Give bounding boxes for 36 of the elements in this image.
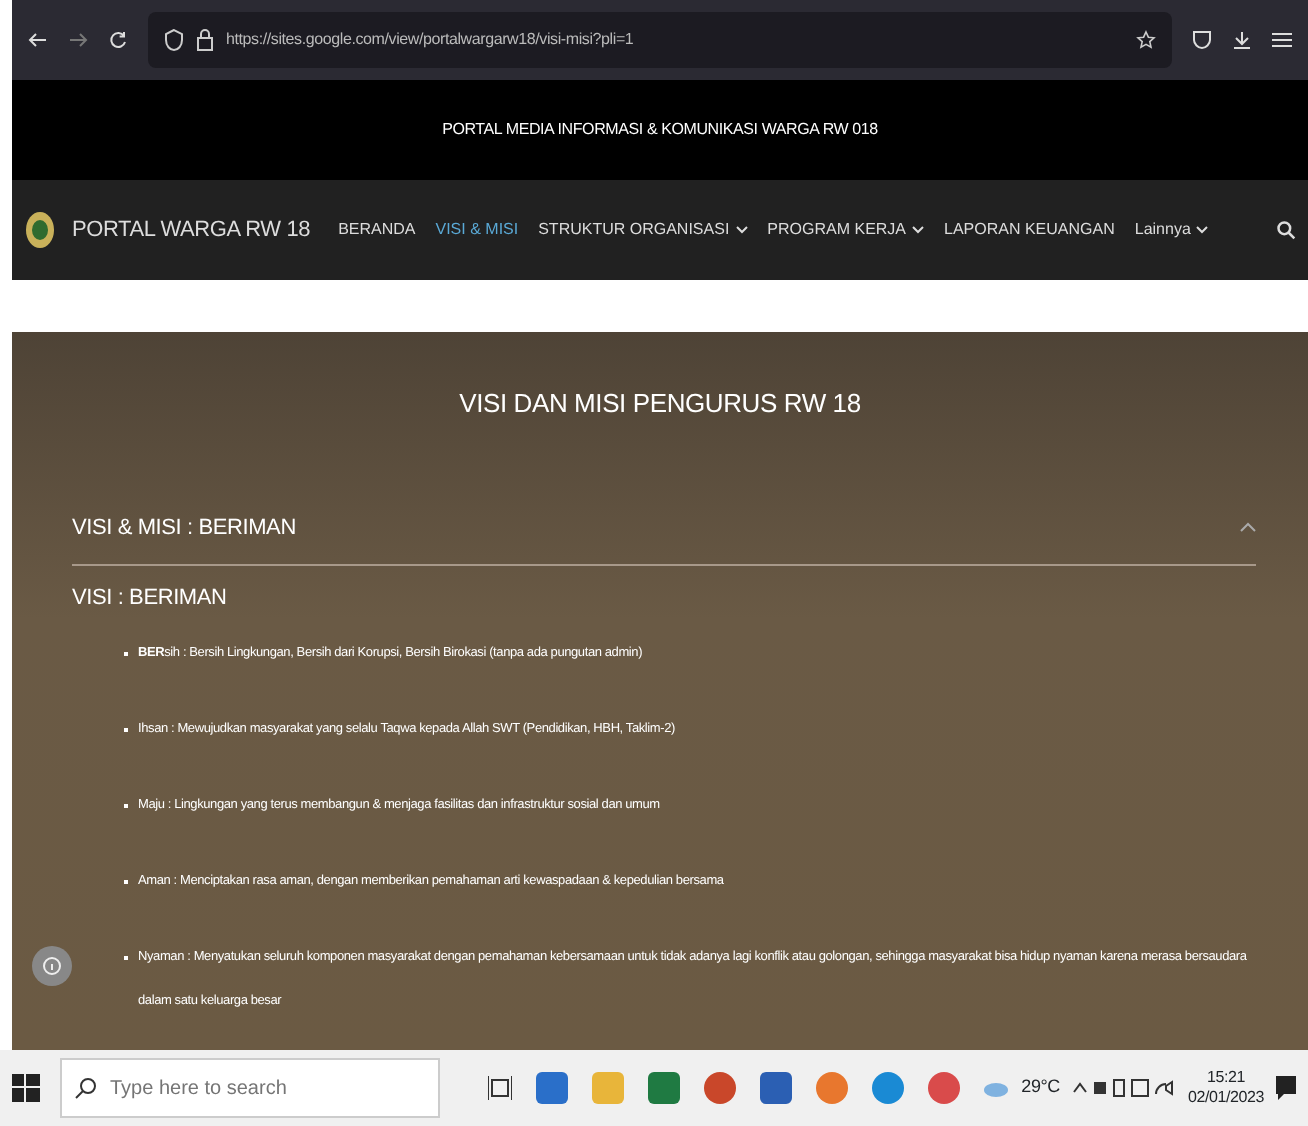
back-icon[interactable]	[28, 30, 48, 50]
star-icon[interactable]	[1136, 30, 1156, 50]
section-heading: VISI : BERIMAN	[72, 586, 229, 613]
lock-icon	[196, 28, 214, 52]
nav-link[interactable]: STRUKTUR ORGANISASI	[538, 218, 748, 242]
shield-icon	[164, 28, 184, 52]
cloud-icon	[981, 1078, 1010, 1098]
task-view-icon[interactable]	[488, 1076, 512, 1100]
taskbar-search-field[interactable]: Type here to search	[60, 1058, 440, 1118]
nav-link[interactable]: PROGRAM KERJA	[767, 218, 925, 242]
nav-link[interactable]: Lainnya	[1134, 218, 1209, 242]
site-title[interactable]: PORTAL WARGA RW 18	[72, 213, 311, 247]
url-text: https://sites.google.com/view/portalwargarw18/visi-misi?pli=1	[226, 28, 634, 52]
menu-icon[interactable]	[1272, 32, 1292, 48]
download-icon[interactable]	[1232, 30, 1252, 50]
shield-icon[interactable]	[1192, 30, 1212, 50]
tray-icons[interactable]	[1071, 1076, 1176, 1100]
clock-date[interactable]: 02/01/2023	[1187, 1088, 1264, 1108]
nav-link[interactable]: BERANDA	[338, 218, 416, 242]
address-bar[interactable]: https://sites.google.com/view/portalwargarw18/visi-misi?pli=1	[148, 12, 1172, 68]
accordion-header[interactable]: VISI & MISI : BERIMAN	[72, 503, 1256, 566]
clock-time[interactable]: 15:21	[1187, 1068, 1264, 1088]
banner-text: PORTAL MEDIA INFORMASI & KOMUNIKASI WARGA RW 018	[442, 118, 878, 142]
search-icon[interactable]	[1276, 220, 1296, 240]
reload-icon[interactable]	[108, 30, 128, 50]
notification-icon[interactable]	[1276, 1076, 1296, 1100]
weather-text[interactable]: 29°C	[1021, 1074, 1060, 1102]
nav-link[interactable]: VISI & MISI	[435, 218, 519, 242]
windows-start-icon[interactable]	[12, 1074, 40, 1102]
info-button[interactable]	[32, 946, 72, 986]
forward-icon[interactable]	[68, 30, 88, 50]
emblem-logo	[24, 210, 56, 250]
info-icon	[42, 956, 62, 976]
nav-link[interactable]: LAPORAN KEUANGAN	[944, 218, 1115, 242]
hero-title: VISI DAN MISI PENGURUS RW 18	[459, 388, 861, 418]
search-icon	[74, 1076, 98, 1100]
